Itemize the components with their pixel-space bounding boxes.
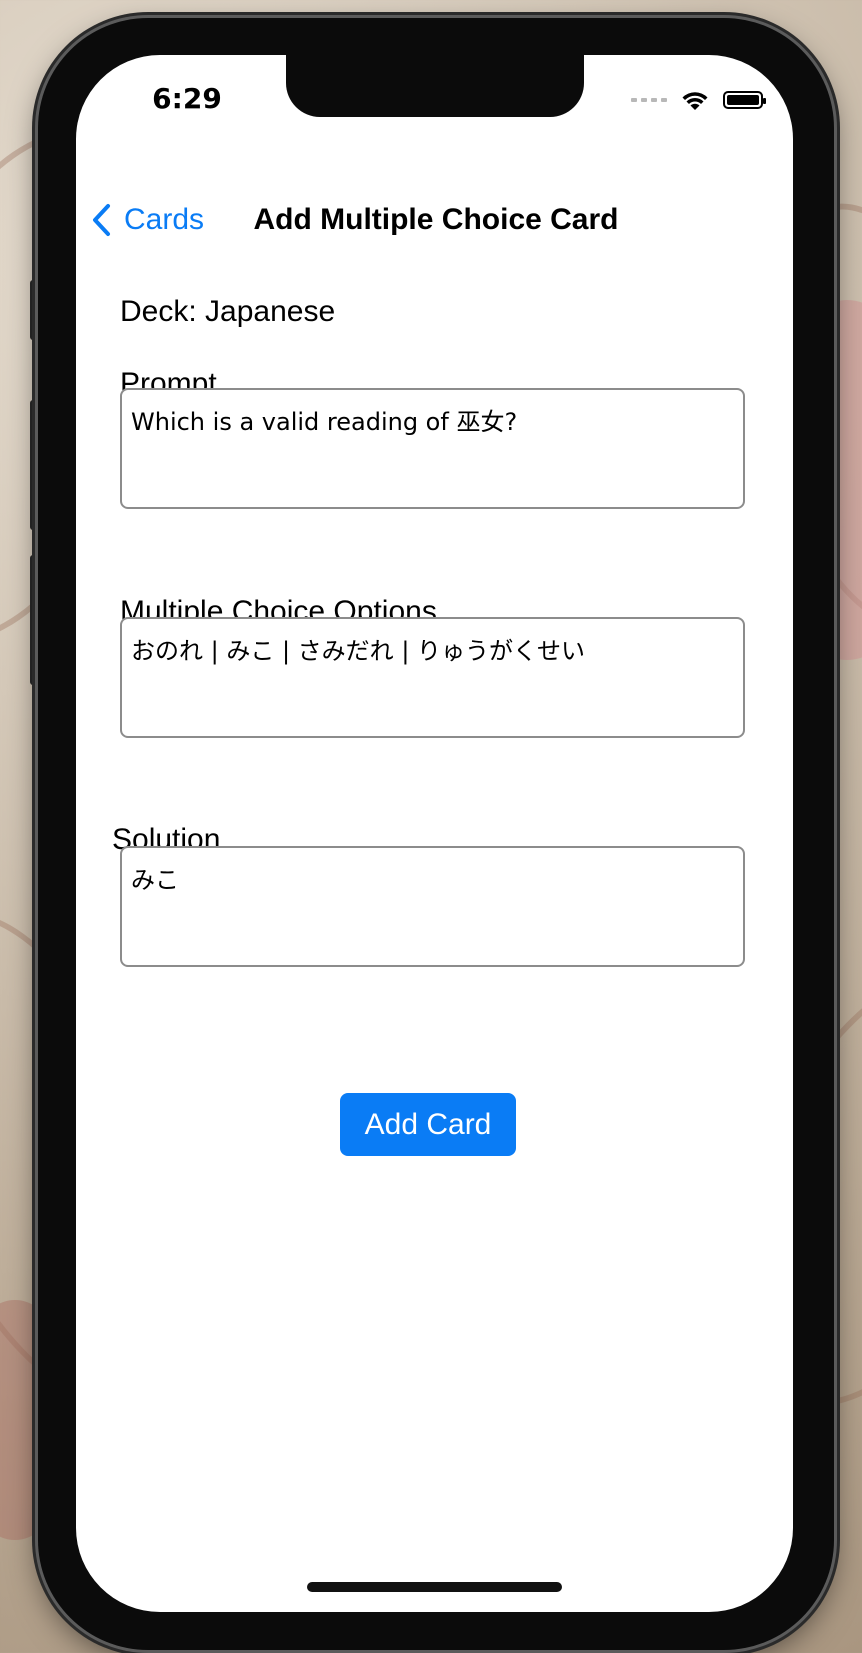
navigation-bar: Cards Add Multiple Choice Card bbox=[76, 195, 793, 245]
deck-label: Deck: Japanese bbox=[120, 295, 336, 328]
volume-up-button bbox=[30, 400, 38, 530]
add-card-button[interactable]: Add Card bbox=[340, 1093, 516, 1156]
mute-switch bbox=[30, 280, 38, 340]
back-button[interactable]: Cards bbox=[90, 195, 204, 245]
app-screen: 6:29 Cards Add Multiple Choice Card Deck… bbox=[76, 55, 793, 1612]
volume-down-button bbox=[30, 555, 38, 685]
status-icons bbox=[631, 85, 766, 115]
notch bbox=[286, 55, 584, 117]
status-time: 6:29 bbox=[152, 82, 222, 115]
solution-field[interactable]: みこ bbox=[120, 846, 745, 967]
battery-icon bbox=[723, 91, 766, 109]
cellular-dots-icon bbox=[631, 98, 667, 102]
page-title: Add Multiple Choice Card bbox=[253, 203, 619, 236]
back-button-label: Cards bbox=[124, 203, 205, 236]
prompt-field[interactable]: Which is a valid reading of 巫女? bbox=[120, 388, 745, 509]
home-indicator[interactable] bbox=[307, 1582, 562, 1592]
chevron-left-icon bbox=[93, 204, 110, 236]
wifi-icon bbox=[682, 92, 708, 110]
options-field[interactable]: おのれ | みこ | さみだれ | りゅうがくせい bbox=[120, 617, 745, 738]
